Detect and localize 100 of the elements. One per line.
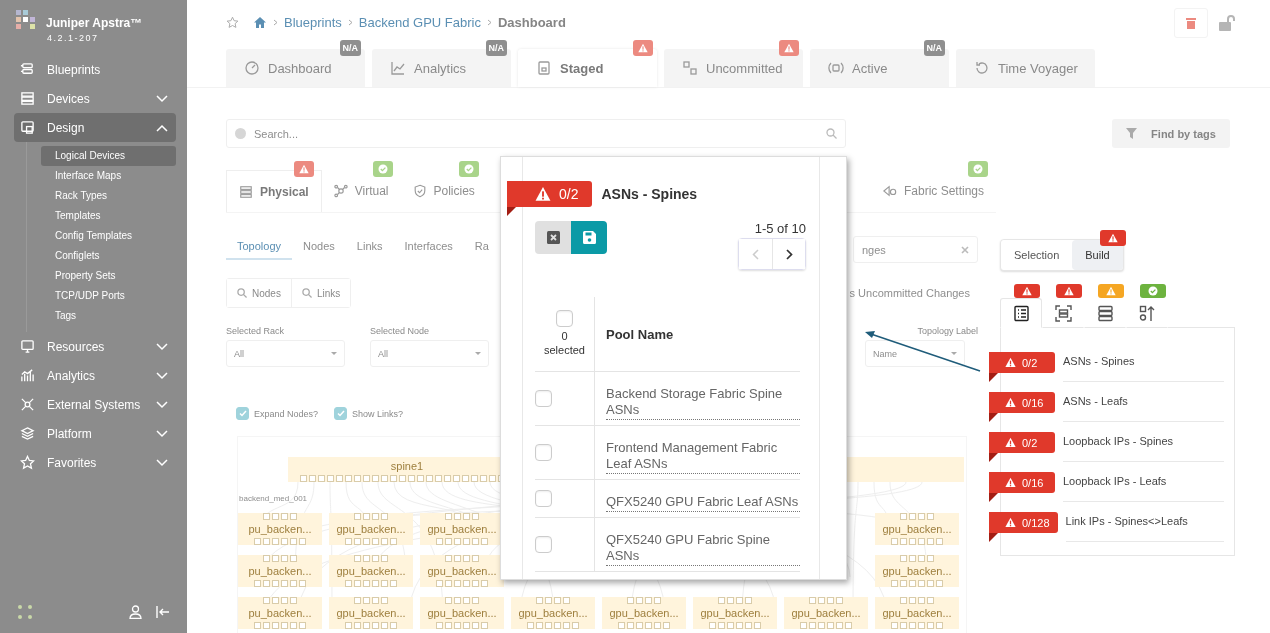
status-badge: N/A [923,40,945,56]
nav-item[interactable]: Blueprints [14,55,176,84]
leaf-node[interactable]: gpu_backen... [420,597,504,629]
section-tab[interactable]: Virtual [321,170,401,212]
count-flag: 0/16 [989,392,1055,422]
subview-tab[interactable]: Nodes [292,236,346,260]
nav-item[interactable]: Devices [14,84,176,113]
leaf-node[interactable]: gpu_backen... [329,597,413,629]
node-label: spine1 [390,460,424,472]
node-label: gpu_backen... [427,523,497,535]
selected-count: 0 selected [544,330,585,358]
version-label: 4.2.1-207 [47,33,100,43]
node-label: gpu_backen... [882,565,952,577]
nav-item[interactable]: External Systems [14,390,176,419]
resource-label[interactable]: ASNs - Spines [1063,355,1224,367]
nav-subitem[interactable]: Interface Maps [41,166,176,186]
nav-item[interactable]: Design [14,113,176,142]
section-tab[interactable]: Fabric Settings [870,170,996,212]
node-label: gpu_backen... [700,607,770,619]
leaf-node[interactable]: pu_backen... [238,513,322,545]
subview-tab[interactable]: Links [345,236,394,260]
nav-subitem[interactable]: Templates [41,206,176,226]
nav-subitem[interactable]: Rack Types [41,186,176,206]
mode-tab[interactable]: Build [1072,240,1123,270]
node-label: gpu_backen... [518,607,588,619]
node-label: gpu_backen... [427,607,497,619]
node-label: gpu_backen... [609,607,679,619]
view-tab[interactable]: Staged [518,49,657,87]
breadcrumb[interactable]: Blueprints [284,14,342,30]
field-label: Selected Node [370,326,431,336]
resource-label[interactable]: Link IPs - Spines<>Leafs [1065,515,1224,527]
filter-field[interactable]: nges [853,236,978,263]
find-by-tags-button[interactable]: Find by tags [1112,119,1230,148]
product-name: Juniper Apstra™ [46,16,143,30]
select-field[interactable]: All [226,340,345,367]
nav-subitem[interactable]: TCP/UDP Ports [41,286,176,306]
status-badge: N/A [485,40,507,56]
resource-label[interactable]: Loopback IPs - Spines [1063,435,1224,447]
pool-name[interactable]: QFX5240 GPU Fabric Leaf ASNs [606,494,800,512]
column-header: Pool Name [606,326,674,342]
count-flag: 0/2 [507,181,593,216]
nav-item[interactable]: Analytics [14,361,176,390]
field-label: Topology Label [917,326,978,336]
leaf-node[interactable]: gpu_backen... [420,555,504,587]
leaf-node[interactable]: gpu_backen... [511,597,595,629]
count-flag: 0/128 [989,512,1058,542]
breadcrumb: Dashboard [497,14,566,30]
breadcrumb[interactable]: Backend GPU Fabric [358,14,481,30]
node-label: gpu_backen... [336,607,406,619]
nav-subitem[interactable]: Configlets [41,246,176,266]
resource-label[interactable]: Loopback IPs - Leafs [1063,475,1224,487]
node-label: gpu_backen... [336,523,406,535]
rack-label: backend_med_001 [239,494,308,503]
leaf-node[interactable]: gpu_backen... [602,597,686,629]
leaf-node[interactable]: gpu_backen... [875,513,959,545]
checkbox-label: Expand Nodes? [254,408,319,419]
pool-name[interactable]: Backend Storage Fabric Spine ASNs [606,386,800,420]
mode-tab[interactable]: Selection [1001,240,1073,270]
node-label: gpu_backen... [791,607,861,619]
field-label: Selected Rack [226,326,286,336]
nav-subitem[interactable]: Property Sets [41,266,176,286]
section-tab[interactable]: Physical [226,170,322,212]
nav-item[interactable]: Resources [14,332,176,361]
node-label: gpu_backen... [882,607,952,619]
search-field[interactable]: Search... [226,119,846,148]
pool-name[interactable]: QFX5240 GPU Fabric Spine ASNs [606,532,800,566]
leaf-node[interactable]: gpu_backen... [329,555,413,587]
leaf-node[interactable]: gpu_backen... [875,555,959,587]
select-field[interactable]: All [370,340,489,367]
node-label: pu_backen... [248,523,312,535]
pool-name[interactable]: Frontend Management Fabric Leaf ASNs [606,440,800,474]
subview-tab[interactable]: Topology [226,236,293,260]
nav-subitem[interactable]: Config Templates [41,226,176,246]
nav-item[interactable]: Favorites [14,448,176,477]
view-tab[interactable]: Time Voyager [956,49,1095,87]
node-label: gpu_backen... [427,565,497,577]
nav-subitem[interactable]: Logical Devices [41,146,176,166]
leaf-node[interactable]: gpu_backen... [784,597,868,629]
count-flag: 0/2 [989,352,1055,382]
subview-tab[interactable]: Ra [463,236,500,260]
node-label: pu_backen... [248,565,312,577]
section-tab[interactable]: Policies [400,170,487,212]
leaf-node[interactable]: gpu_backen... [693,597,777,629]
query-button[interactable]: Links [290,279,351,307]
count-flag: 0/16 [989,472,1055,502]
checkbox-label: Show Links? [352,408,404,419]
node-label: pu_backen... [248,607,312,619]
nav-subitem[interactable]: Tags [41,306,176,326]
subview-tab[interactable]: Interfaces [393,236,464,260]
leaf-node[interactable]: pu_backen... [238,597,322,629]
leaf-node[interactable]: gpu_backen... [329,513,413,545]
leaf-node[interactable]: pu_backen... [238,555,322,587]
resource-label[interactable]: ASNs - Leafs [1063,395,1224,407]
leaf-node[interactable]: gpu_backen... [875,597,959,629]
view-tab[interactable]: Uncommitted [664,49,803,87]
select-field[interactable]: Name [865,340,965,367]
nav-item[interactable]: Platform [14,419,176,448]
popup-title: ASNs - Spines [601,186,698,202]
count-flag: 0/2 [989,432,1055,462]
node-label: gpu_backen... [336,565,406,577]
